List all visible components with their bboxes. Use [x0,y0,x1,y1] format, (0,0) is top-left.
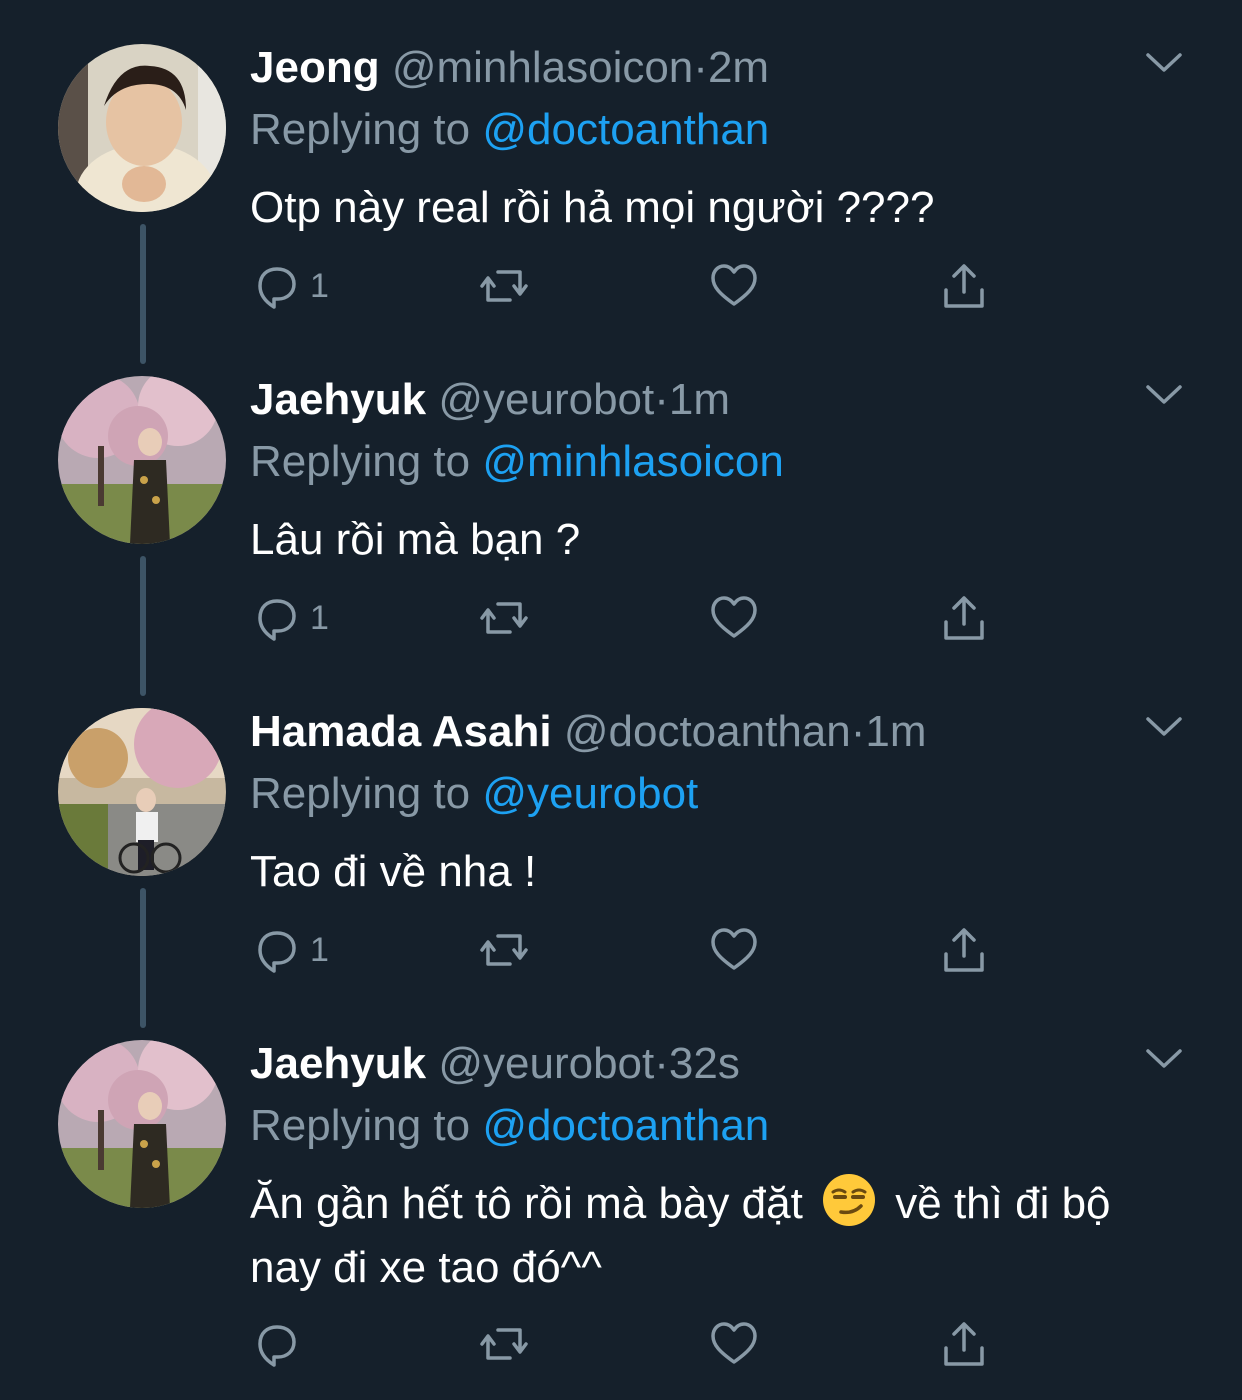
reply-button[interactable]: 1 [250,588,329,648]
action-bar: 1 [250,256,1010,316]
share-icon [944,1322,984,1366]
reply-count: 1 [310,930,329,969]
mention-link[interactable]: @yeurobot [482,769,698,818]
share-icon [944,928,984,972]
tweet-text: Otp này real rồi hả mọi người ???? [250,183,935,232]
tweet[interactable]: Hamada Asahi @doctoanthan·1m Replying to… [0,664,1242,1004]
tweet-text: Ăn gần hết tô rồi mà bày đặt về thì đi b… [250,1172,1182,1300]
replying-to: Replying to @yeurobot [250,768,1182,820]
avatar[interactable] [58,376,226,544]
tweet-header: Jaehyuk @yeurobot·32s [250,1038,1182,1090]
display-name[interactable]: Jaehyuk [250,375,426,424]
replying-prefix: Replying to [250,1101,471,1150]
replying-prefix: Replying to [250,437,471,486]
display-name[interactable]: Hamada Asahi [250,707,552,756]
replying-prefix: Replying to [250,769,471,818]
tweet-header: Hamada Asahi @doctoanthan·1m [250,706,1182,758]
chevron-down-icon[interactable] [1144,50,1184,76]
avatar-column [58,708,226,876]
tweet[interactable]: Jaehyuk @yeurobot·32s Replying to @docto… [0,996,1242,1400]
retweet-button[interactable] [478,920,530,980]
reply-button[interactable] [250,1314,310,1374]
share-button[interactable] [938,588,990,648]
replying-prefix: Replying to [250,105,471,154]
reply-icon [258,1325,296,1367]
heart-icon [711,596,757,638]
reply-button[interactable]: 1 [250,920,329,980]
reply-count: 1 [310,598,329,637]
reply-icon [258,267,296,309]
heart-icon [711,1322,757,1364]
display-name[interactable]: Jaehyuk [250,1039,426,1088]
avatar-column [58,1040,226,1208]
mention-link[interactable]: @doctoanthan [482,105,769,154]
share-icon [944,264,984,308]
like-button[interactable] [708,256,760,316]
timestamp[interactable]: 32s [669,1039,740,1088]
user-handle[interactable]: @minhlasoicon [392,43,693,92]
tweet-text: Lâu rồi mà bạn ? [250,515,581,564]
chevron-down-icon[interactable] [1144,1046,1184,1072]
retweet-icon [480,934,528,966]
tweet-thread: Jeong @minhlasoicon·2m Replying to @doct… [0,0,1242,1400]
chevron-down-icon[interactable] [1144,714,1184,740]
like-button[interactable] [708,1314,760,1374]
avatar[interactable] [58,44,226,212]
retweet-icon [480,270,528,302]
reply-icon [258,599,296,641]
timestamp[interactable]: 1m [865,707,926,756]
heart-icon [711,264,757,306]
reply-icon [258,931,296,973]
avatar[interactable] [58,708,226,876]
timestamp[interactable]: 2m [708,43,769,92]
tweet-text: Tao đi về nha ! [250,847,537,896]
action-bar [250,1314,1010,1374]
user-handle[interactable]: @yeurobot [438,1039,654,1088]
replying-to: Replying to @doctoanthan [250,1100,1182,1152]
avatar[interactable] [58,1040,226,1208]
retweet-button[interactable] [478,256,530,316]
tweet-text-part: Ăn gần hết tô rồi mà bày đặt [250,1179,803,1228]
share-icon [944,596,984,640]
replying-to: Replying to @minhlasoicon [250,436,1182,488]
share-button[interactable] [938,256,990,316]
tweet[interactable]: Jeong @minhlasoicon·2m Replying to @doct… [0,0,1242,340]
share-button[interactable] [938,920,990,980]
timestamp[interactable]: 1m [669,375,730,424]
smirking-face-emoji-icon [823,1174,876,1226]
user-handle[interactable]: @doctoanthan [564,707,851,756]
reply-button[interactable]: 1 [250,256,329,316]
separator-dot: · [850,707,866,756]
reply-count: 1 [310,266,329,305]
heart-icon [711,928,757,970]
user-handle[interactable]: @yeurobot [438,375,654,424]
action-bar: 1 [250,588,1010,648]
separator-dot: · [654,1039,669,1088]
chevron-down-icon[interactable] [1144,382,1184,408]
retweet-icon [480,602,528,634]
tweet[interactable]: Jaehyuk @yeurobot·1m Replying to @minhla… [0,332,1242,672]
mention-link[interactable]: @minhlasoicon [482,437,783,486]
mention-link[interactable]: @doctoanthan [482,1101,769,1150]
retweet-icon [480,1328,528,1360]
avatar-column [58,44,226,212]
separator-dot: · [693,43,708,92]
avatar-column [58,376,226,544]
retweet-button[interactable] [478,588,530,648]
share-button[interactable] [938,1314,990,1374]
like-button[interactable] [708,588,760,648]
action-bar: 1 [250,920,1010,980]
separator-dot: · [654,375,669,424]
replying-to: Replying to @doctoanthan [250,104,1182,156]
display-name[interactable]: Jeong [250,43,380,92]
retweet-button[interactable] [478,1314,530,1374]
tweet-header: Jaehyuk @yeurobot·1m [250,374,1182,426]
like-button[interactable] [708,920,760,980]
tweet-header: Jeong @minhlasoicon·2m [250,42,1182,94]
